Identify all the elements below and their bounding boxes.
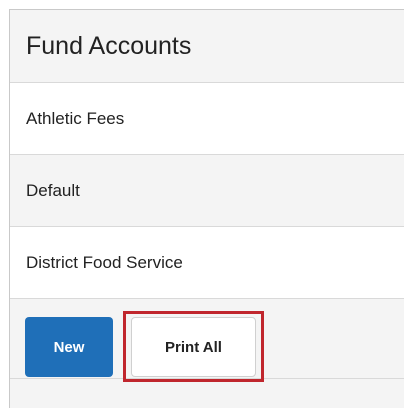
panel-header: Fund Accounts	[10, 10, 404, 83]
list-item-district-food-service[interactable]: District Food Service	[10, 227, 404, 299]
list-item-label: District Food Service	[26, 252, 183, 272]
list-item-default[interactable]: Default	[10, 155, 404, 227]
list-item-label: Athletic Fees	[26, 108, 125, 128]
fund-accounts-panel: Fund Accounts Athletic Fees Default Dist…	[9, 9, 404, 408]
list-item-athletic-fees[interactable]: Athletic Fees	[10, 83, 404, 155]
print-all-button[interactable]: Print All	[131, 317, 256, 377]
new-button[interactable]: New	[25, 317, 113, 377]
action-bar: New Print All	[10, 299, 404, 382]
page-title: Fund Accounts	[26, 31, 192, 60]
list-item-label: Default	[26, 180, 80, 200]
footer-strip	[10, 379, 404, 399]
